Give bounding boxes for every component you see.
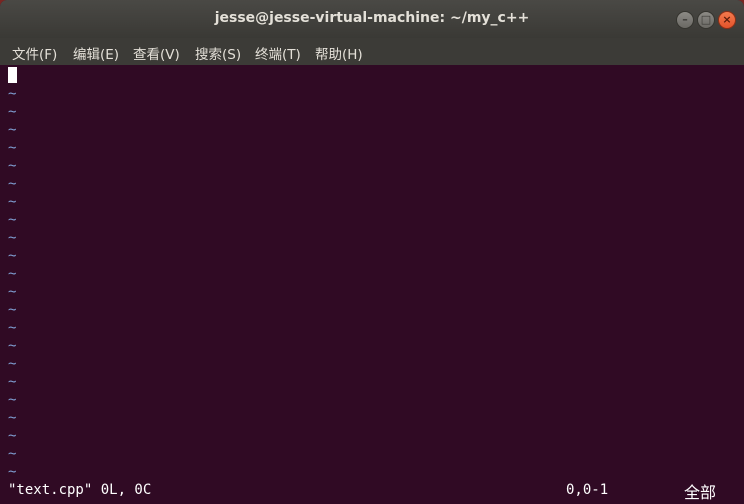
menu-edit[interactable]: 编辑(E): [73, 43, 119, 63]
terminal-window: jesse@jesse-virtual-machine: ~/my_c++ – …: [0, 0, 744, 504]
empty-line-marker: ~: [8, 86, 17, 102]
empty-line-marker: ~: [8, 446, 17, 462]
empty-line-marker: ~: [8, 122, 17, 138]
empty-line-marker: ~: [8, 410, 17, 426]
status-cursor-position: 0,0-1: [566, 482, 609, 498]
close-button[interactable]: ×: [718, 11, 736, 29]
maximize-button[interactable]: □: [697, 11, 715, 29]
title-bar[interactable]: jesse@jesse-virtual-machine: ~/my_c++ – …: [0, 0, 744, 38]
minimize-icon: –: [682, 13, 688, 26]
empty-line-marker: ~: [8, 464, 17, 480]
menu-terminal[interactable]: 终端(T): [255, 43, 301, 63]
minimize-button[interactable]: –: [676, 11, 694, 29]
empty-line-marker: ~: [8, 284, 17, 300]
empty-line-marker: ~: [8, 320, 17, 336]
menu-bar: 文件(F) 编辑(E) 查看(V) 搜索(S) 终端(T) 帮助(H): [0, 38, 744, 65]
empty-line-marker: ~: [8, 248, 17, 264]
menu-search[interactable]: 搜索(S): [195, 43, 241, 63]
empty-line-marker: ~: [8, 338, 17, 354]
status-file-info: "text.cpp" 0L, 0C: [8, 482, 152, 498]
close-icon: ×: [722, 13, 732, 26]
window-title: jesse@jesse-virtual-machine: ~/my_c++: [214, 10, 530, 26]
empty-line-marker: ~: [8, 176, 17, 192]
menu-help[interactable]: 帮助(H): [315, 43, 363, 63]
empty-line-marker: ~: [8, 230, 17, 246]
terminal-area[interactable]: ~ ~ ~ ~ ~ ~ ~ ~ ~ ~ ~ ~ ~ ~ ~ ~ ~ ~ ~ ~ ~ ~ "text.cpp" 0L, 0C…: [0, 65, 744, 504]
empty-line-marker: ~: [8, 140, 17, 156]
maximize-icon: □: [700, 13, 712, 26]
empty-line-marker: ~: [8, 392, 17, 408]
empty-line-marker: ~: [8, 194, 17, 210]
empty-line-marker: ~: [8, 104, 17, 120]
empty-line-marker: ~: [8, 212, 17, 228]
empty-line-marker: ~: [8, 428, 17, 444]
menu-file[interactable]: 文件(F): [12, 43, 57, 63]
text-cursor: [8, 67, 17, 83]
menu-view[interactable]: 查看(V): [133, 43, 180, 63]
empty-line-marker: ~: [8, 266, 17, 282]
empty-line-marker: ~: [8, 356, 17, 372]
empty-line-marker: ~: [8, 374, 17, 390]
status-scroll-percent: 全部: [684, 483, 717, 502]
empty-line-marker: ~: [8, 302, 17, 318]
empty-line-marker: ~: [8, 158, 17, 174]
